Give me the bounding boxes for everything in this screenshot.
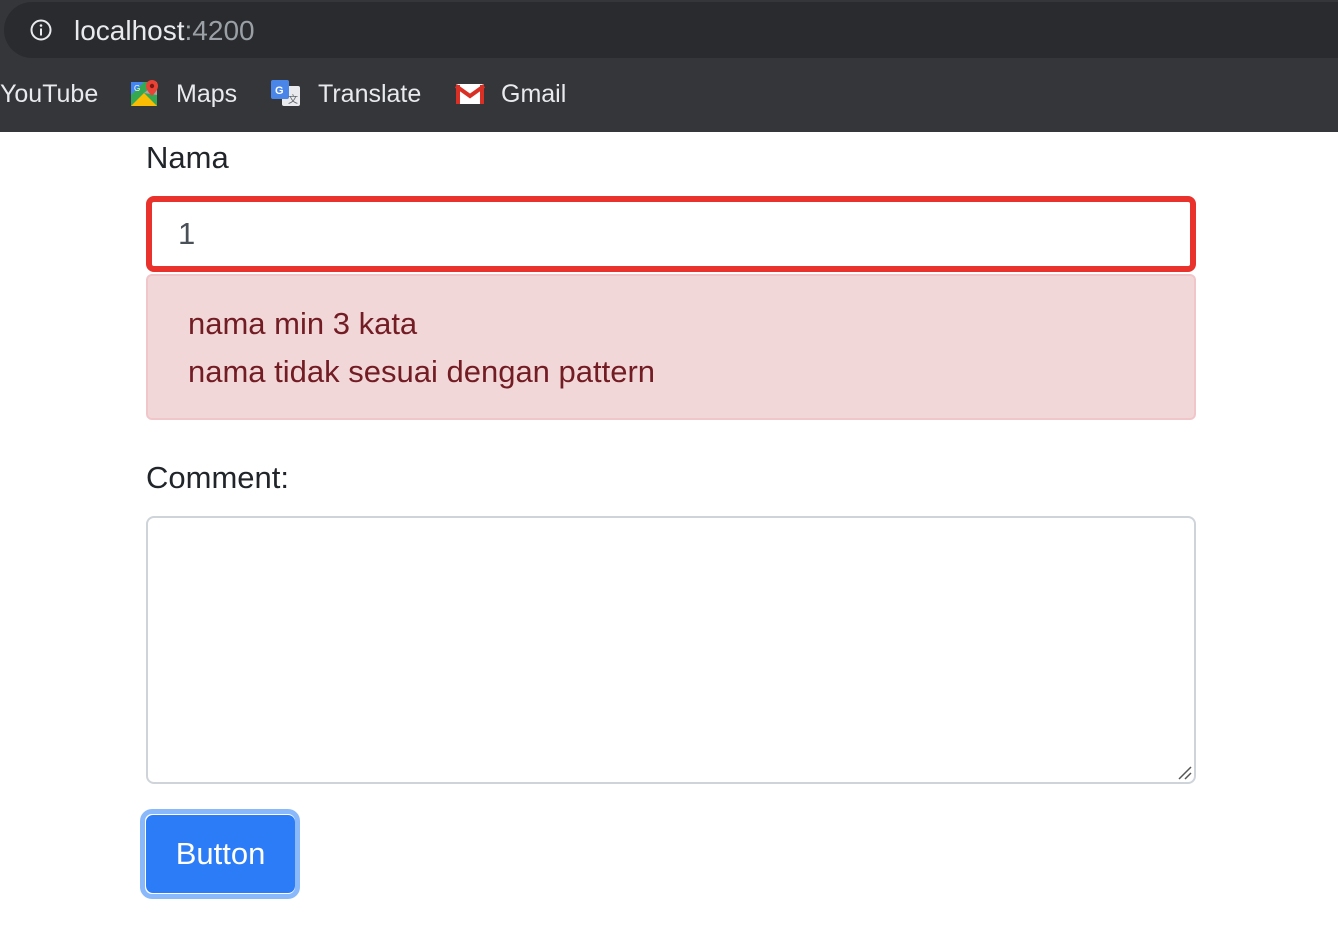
name-input[interactable] [146,196,1196,272]
url-port: :4200 [184,15,255,46]
gmail-icon [455,84,485,104]
address-bar[interactable]: localhost:4200 [4,2,1338,58]
bookmark-gmail[interactable]: Gmail [455,76,566,112]
comment-label: Comment: [146,460,289,495]
error-pattern: nama tidak sesuai dengan pattern [188,354,656,389]
maps-icon: G [131,80,158,106]
error-min-words: nama min 3 kata [188,306,418,341]
browser-chrome: localhost:4200 YouTube G Maps G 文 Transl… [0,0,1338,132]
svg-text:文: 文 [288,93,298,106]
url-host: localhost [74,15,185,46]
comment-textarea[interactable] [146,516,1196,784]
info-icon[interactable] [30,19,52,41]
submit-button[interactable]: Button [146,815,295,893]
svg-text:G: G [275,85,284,97]
bookmark-youtube[interactable]: YouTube [0,76,98,112]
svg-text:G: G [134,84,140,93]
bookmark-translate[interactable]: G 文 Translate [270,76,421,112]
bookmark-label: Maps [176,79,238,108]
bookmark-label: Gmail [501,79,567,108]
resize-handle-icon[interactable] [1176,764,1192,780]
bookmarks-bar: YouTube G Maps G 文 Translate Gmail [0,62,1338,126]
validation-alert: nama min 3 kata nama tidak sesuai dengan… [146,274,1196,420]
name-label: Nama [146,140,229,175]
bookmark-label: YouTube [0,79,99,108]
bookmark-maps[interactable]: G Maps [130,76,237,112]
translate-icon: G 文 [271,80,300,106]
url-text[interactable]: localhost:4200 [74,14,255,48]
bookmark-label: Translate [318,79,422,108]
